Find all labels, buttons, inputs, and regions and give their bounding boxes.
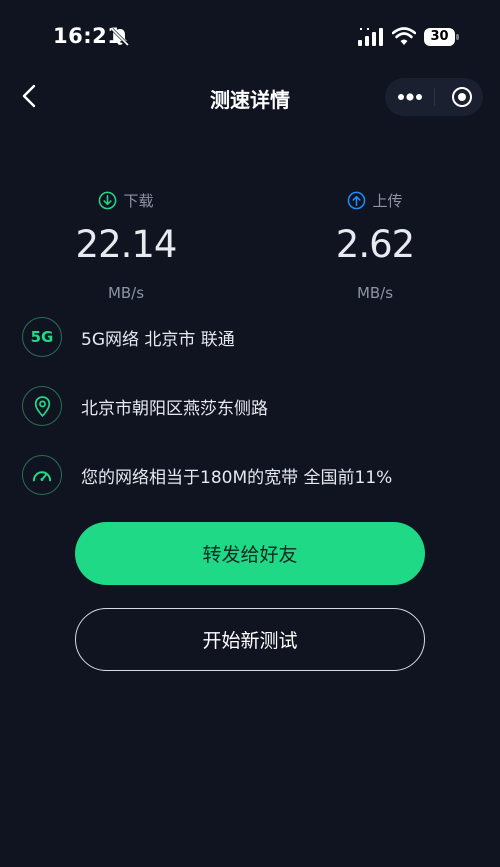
capsule-divider xyxy=(434,88,435,106)
download-value: 22.14 xyxy=(75,223,178,266)
speedometer-icon xyxy=(22,455,62,495)
bandwidth-info-text: 您的网络相当于180M的宽带 全国前11% xyxy=(81,467,393,488)
upload-unit: MB/s xyxy=(356,284,394,302)
mini-program-capsule xyxy=(385,78,483,116)
location-pin-icon xyxy=(22,386,62,426)
share-to-friend-button[interactable]: 转发给好友 xyxy=(75,522,425,585)
download-label: 下载 xyxy=(123,191,154,210)
nav-bar: 测速详情 xyxy=(0,70,500,126)
upload-arrow-icon xyxy=(348,191,366,209)
network-info-text: 5G网络 北京市 联通 xyxy=(81,329,235,350)
download-label-row: 下载 xyxy=(36,186,216,214)
upload-label-row: 上传 xyxy=(285,186,465,214)
bandwidth-info-row: 您的网络相当于180M的宽带 全国前11% xyxy=(22,454,392,496)
upload-speed: 上传 2.62 MB/s xyxy=(285,186,465,302)
cellular-signal-icon xyxy=(358,28,383,46)
close-target-icon[interactable] xyxy=(451,86,473,108)
download-arrow-icon xyxy=(99,191,117,209)
bell-muted-icon xyxy=(110,27,130,47)
location-info-row: 北京市朝阳区燕莎东侧路 xyxy=(22,385,268,427)
location-info-text: 北京市朝阳区燕莎东侧路 xyxy=(81,398,268,419)
upload-label: 上传 xyxy=(372,191,403,210)
upload-value: 2.62 xyxy=(335,223,415,266)
more-icon[interactable] xyxy=(397,86,423,108)
status-bar: 16:21 30 xyxy=(0,0,500,70)
network-info-row: 5G 5G网络 北京市 联通 xyxy=(22,316,235,358)
battery-level: 30 xyxy=(430,29,449,44)
battery-icon: 30 xyxy=(424,26,460,48)
wifi-icon xyxy=(392,27,416,45)
download-unit: MB/s xyxy=(107,284,145,302)
start-new-test-button[interactable]: 开始新测试 xyxy=(75,608,425,671)
5g-icon: 5G xyxy=(22,317,62,357)
download-speed: 下载 22.14 MB/s xyxy=(36,186,216,302)
